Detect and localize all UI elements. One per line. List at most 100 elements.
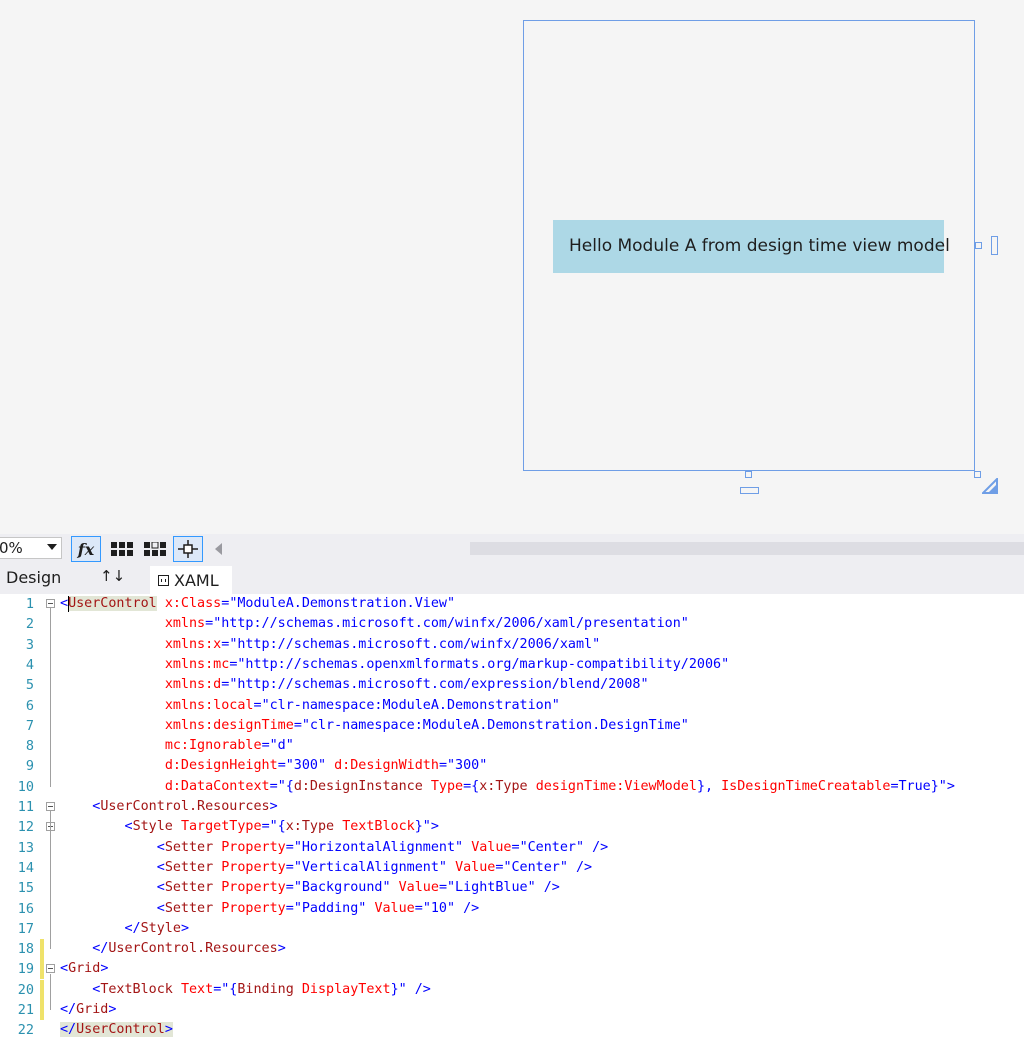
code-line[interactable]: 6 xmlns:local="clr-namespace:ModuleA.Dem… bbox=[0, 696, 1024, 716]
code-text: </UserControl.Resources> bbox=[92, 941, 286, 957]
tab-xaml-label: XAML bbox=[174, 570, 219, 590]
code-line[interactable]: 10 d:DataContext="{d:DesignInstance Type… bbox=[0, 777, 1024, 797]
code-line[interactable]: 22 </UserControl> bbox=[0, 1020, 1024, 1040]
code-text: xmlns="http://schemas.microsoft.com/winf… bbox=[164, 616, 689, 632]
snaplines-icon bbox=[178, 540, 198, 558]
code-line[interactable]: 14 <Setter Property="VerticalAlignment" … bbox=[0, 858, 1024, 878]
code-line[interactable]: 18 </UserControl.Resources> bbox=[0, 939, 1024, 960]
show-grid-button[interactable] bbox=[107, 536, 137, 562]
text-caret bbox=[68, 596, 69, 612]
code-text: </Style> bbox=[124, 920, 190, 936]
code-text: mc:Ignorable="d" bbox=[164, 738, 294, 754]
line-number: 8 bbox=[25, 738, 34, 755]
line-number: 2 bbox=[25, 616, 34, 633]
code-text: <Setter Property="HorizontalAlignment" V… bbox=[156, 839, 609, 855]
collapse-outline-icon[interactable] bbox=[46, 802, 55, 811]
tab-design[interactable]: Design bbox=[6, 568, 61, 587]
height-rail-handle[interactable] bbox=[740, 487, 759, 494]
line-number: 13 bbox=[17, 839, 34, 856]
zoom-value: 0% bbox=[0, 539, 23, 557]
effects-toggle-button[interactable]: fx bbox=[71, 536, 101, 562]
preview-textblock[interactable]: Hello Module A from design time view mod… bbox=[553, 220, 950, 273]
collapse-outline-icon[interactable] bbox=[46, 964, 55, 974]
snap-to-snaplines-button[interactable] bbox=[173, 536, 203, 562]
code-line[interactable]: 3 xmlns:x="http://schemas.microsoft.com/… bbox=[0, 635, 1024, 655]
line-number: 18 bbox=[17, 941, 34, 958]
code-line[interactable]: 11 <UserControl.Resources> bbox=[0, 797, 1024, 817]
code-line[interactable]: 4 xmlns:mc="http://schemas.openxmlformat… bbox=[0, 655, 1024, 675]
grid-icon bbox=[111, 542, 133, 556]
line-number: 12 bbox=[17, 819, 34, 836]
view-tabstrip: Design ↑↓ XAML bbox=[0, 564, 1024, 594]
outline-guide bbox=[50, 608, 51, 787]
horizontal-scrollbar[interactable] bbox=[470, 542, 1024, 555]
code-line[interactable]: 17 </Style> bbox=[0, 919, 1024, 939]
line-number: 5 bbox=[25, 677, 34, 694]
code-line[interactable]: 2 xmlns="http://schemas.microsoft.com/wi… bbox=[0, 614, 1024, 634]
line-number: 9 bbox=[25, 758, 34, 775]
code-line[interactable]: 5 xmlns:d="http://schemas.microsoft.com/… bbox=[0, 675, 1024, 695]
code-text: <Setter Property="VerticalAlignment" Val… bbox=[156, 859, 593, 875]
code-text: <TextBlock Text="{Binding DisplayText}" … bbox=[92, 981, 431, 997]
code-line[interactable]: 7 xmlns:designTime="clr-namespace:Module… bbox=[0, 716, 1024, 736]
code-text: </Grid> bbox=[60, 1002, 117, 1017]
line-number: 3 bbox=[25, 636, 34, 653]
xaml-pane-icon bbox=[158, 574, 169, 586]
line-number: 21 bbox=[17, 1002, 34, 1018]
line-number: 16 bbox=[17, 900, 34, 917]
collapse-outline-icon[interactable] bbox=[46, 599, 55, 608]
snap-to-grid-button[interactable] bbox=[140, 536, 170, 562]
snap-grid-icon bbox=[144, 542, 166, 556]
code-text: <UserControl x:Class="ModuleA.Demonstrat… bbox=[60, 596, 456, 611]
change-marker bbox=[40, 1000, 44, 1020]
code-line[interactable]: 13 <Setter Property="HorizontalAlignment… bbox=[0, 838, 1024, 858]
code-text: <Style TargetType="{x:Type TextBlock}"> bbox=[124, 819, 439, 835]
line-number: 4 bbox=[25, 656, 34, 673]
code-line[interactable]: 15 <Setter Property="Background" Value="… bbox=[0, 878, 1024, 898]
resize-handle-bottom[interactable] bbox=[745, 471, 752, 478]
code-text: d:DesignHeight="300" d:DesignWidth="300" bbox=[164, 758, 488, 774]
xaml-code-editor[interactable]: 1 <UserControl x:Class="ModuleA.Demonstra… bbox=[0, 594, 1024, 1048]
code-line[interactable]: 12 <Style TargetType="{x:Type TextBlock}… bbox=[0, 817, 1024, 837]
code-line[interactable]: 21 </Grid> bbox=[0, 1000, 1024, 1020]
swap-panes-icon[interactable]: ↑↓ bbox=[100, 567, 125, 585]
code-line[interactable]: 9 d:DesignHeight="300" d:DesignWidth="30… bbox=[0, 756, 1024, 776]
code-line[interactable]: 16 <Setter Property="Padding" Value="10"… bbox=[0, 899, 1024, 919]
outline-guide bbox=[50, 831, 51, 929]
code-line[interactable]: 1 <UserControl x:Class="ModuleA.Demonstra… bbox=[0, 594, 1024, 614]
line-number: 20 bbox=[17, 981, 34, 998]
code-text: xmlns:local="clr-namespace:ModuleA.Demon… bbox=[164, 697, 560, 713]
line-number: 14 bbox=[17, 859, 34, 876]
design-surface[interactable]: Hello Module A from design time view mod… bbox=[0, 0, 1024, 534]
line-number: 1 bbox=[25, 596, 34, 612]
collapse-left-icon[interactable] bbox=[215, 543, 222, 555]
tab-xaml[interactable]: XAML bbox=[150, 566, 232, 594]
change-marker bbox=[40, 959, 44, 980]
line-number: 6 bbox=[25, 697, 34, 714]
line-number: 15 bbox=[17, 880, 34, 897]
code-text: <Setter Property="Padding" Value="10" /> bbox=[156, 900, 480, 916]
line-number: 10 bbox=[17, 778, 34, 795]
change-marker bbox=[40, 979, 44, 1000]
line-number: 19 bbox=[17, 961, 34, 978]
code-text: xmlns:d="http://schemas.microsoft.com/ex… bbox=[164, 677, 649, 693]
line-number: 22 bbox=[17, 1022, 34, 1039]
width-rail-handle[interactable] bbox=[991, 236, 998, 255]
resize-handle-corner[interactable] bbox=[974, 471, 981, 478]
zoom-dropdown[interactable]: 0% bbox=[0, 537, 62, 559]
code-text: xmlns:x="http://schemas.microsoft.com/wi… bbox=[164, 636, 601, 652]
fx-icon: fx bbox=[77, 539, 95, 559]
resize-grip-icon[interactable] bbox=[982, 478, 998, 494]
code-text: <UserControl.Resources> bbox=[92, 799, 278, 814]
code-text: d:DataContext="{d:DesignInstance Type={x… bbox=[164, 778, 955, 794]
chevron-down-icon bbox=[47, 544, 57, 550]
code-line[interactable]: 20 <TextBlock Text="{Binding DisplayText… bbox=[0, 979, 1024, 1000]
designer-toolbar: 0% fx bbox=[0, 534, 1024, 564]
code-text: xmlns:mc="http://schemas.openxmlformats.… bbox=[164, 656, 730, 672]
code-line[interactable]: 8 mc:Ignorable="d" bbox=[0, 736, 1024, 756]
code-text: <Setter Property="Background" Value="Lig… bbox=[156, 880, 560, 896]
code-line[interactable]: 19 <Grid> bbox=[0, 959, 1024, 980]
resize-handle-right[interactable] bbox=[975, 242, 982, 249]
line-number: 11 bbox=[17, 799, 34, 815]
line-number: 17 bbox=[17, 920, 34, 937]
